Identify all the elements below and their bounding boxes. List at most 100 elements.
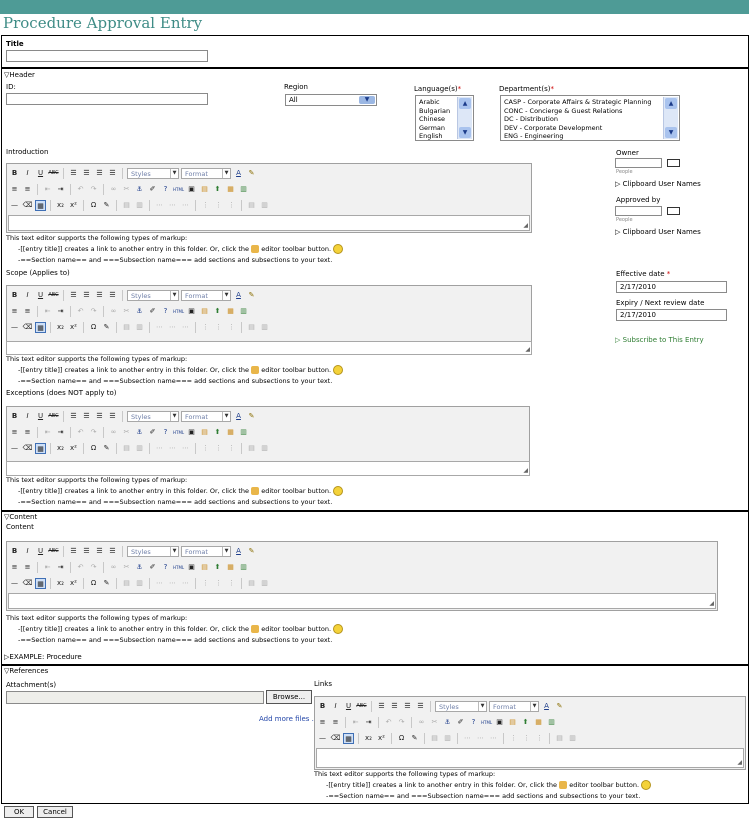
format-dropdown[interactable]: Format ▼	[181, 410, 231, 422]
unlink-icon[interactable]: ✂	[121, 184, 132, 195]
unlink-icon[interactable]: ✂	[121, 562, 132, 573]
strike-button[interactable]: ABC	[48, 546, 59, 557]
insert-row-after-icon[interactable]: ⋯	[167, 322, 178, 333]
approved-by-picker-button[interactable]	[667, 207, 680, 215]
insert-file-icon[interactable]: ⬆	[212, 184, 223, 195]
html-source-button[interactable]: HTML	[173, 306, 184, 317]
delete-col-icon[interactable]: ⋮	[226, 443, 237, 454]
split-cells-icon[interactable]: ▥	[259, 443, 270, 454]
save-icon[interactable]: ▥	[546, 717, 557, 728]
align-right-icon[interactable]: ☰	[94, 546, 105, 557]
bold-button[interactable]: B	[9, 546, 20, 557]
link-icon[interactable]: ∞	[416, 717, 427, 728]
redo-icon[interactable]: ↷	[396, 717, 407, 728]
align-left-icon[interactable]: ☰	[376, 701, 387, 712]
horizontal-rule-icon[interactable]: —	[9, 322, 20, 333]
expiry-date-input[interactable]: 2/17/2010	[616, 309, 727, 321]
styles-dropdown[interactable]: Styles ▼	[127, 410, 179, 422]
numbered-list-icon[interactable]: ≡	[22, 306, 33, 317]
attachment-file-input[interactable]	[6, 691, 264, 704]
font-color-button[interactable]: A	[233, 411, 244, 422]
resize-grip-icon[interactable]: ◢	[523, 222, 528, 229]
media-icon[interactable]: ▦	[225, 427, 236, 438]
scroll-up-icon[interactable]: ▲	[665, 98, 677, 109]
indent-icon[interactable]: ⇥	[55, 306, 66, 317]
insert-file-icon[interactable]: ⬆	[520, 717, 531, 728]
scroll-down-icon[interactable]: ▼	[459, 127, 471, 138]
background-color-icon[interactable]: ✎	[246, 168, 257, 179]
align-left-icon[interactable]: ☰	[68, 290, 79, 301]
insert-col-after-icon[interactable]: ⋮	[521, 733, 532, 744]
merge-cells-icon[interactable]: ▤	[246, 443, 257, 454]
format-dropdown[interactable]: Format ▼	[181, 545, 231, 557]
help-icon[interactable]: ?	[468, 717, 479, 728]
insert-col-after-icon[interactable]: ⋮	[213, 443, 224, 454]
numbered-list-icon[interactable]: ≡	[22, 562, 33, 573]
subscript-button[interactable]: x₂	[55, 200, 66, 211]
special-character-button[interactable]: Ω	[88, 578, 99, 589]
eraser-icon[interactable]: ⌫	[22, 443, 33, 454]
special-character-button[interactable]: Ω	[88, 322, 99, 333]
unlink-icon[interactable]: ✂	[121, 427, 132, 438]
insert-row-before-icon[interactable]: ⋯	[154, 322, 165, 333]
insert-file-icon[interactable]: ⬆	[212, 306, 223, 317]
edit-icon[interactable]: ✎	[101, 200, 112, 211]
link-icon[interactable]: ∞	[108, 184, 119, 195]
edit-icon[interactable]: ✎	[409, 733, 420, 744]
outdent-icon[interactable]: ⇤	[42, 306, 53, 317]
department-option[interactable]: CONC - Concierge & Guest Relations	[504, 107, 676, 116]
exceptions-textarea[interactable]: ◢	[6, 461, 530, 476]
special-character-button[interactable]: Ω	[396, 733, 407, 744]
resize-grip-icon[interactable]: ◢	[523, 467, 528, 474]
eraser-icon[interactable]: ⌫	[22, 322, 33, 333]
owner-picker-button[interactable]	[667, 159, 680, 167]
cleanup-icon[interactable]: ✐	[147, 562, 158, 573]
bold-button[interactable]: B	[9, 290, 20, 301]
redo-icon[interactable]: ↷	[88, 562, 99, 573]
insert-file-icon[interactable]: ⬆	[212, 562, 223, 573]
image-icon[interactable]: ▣	[186, 427, 197, 438]
help-icon[interactable]: ?	[160, 184, 171, 195]
bullet-list-icon[interactable]: ≡	[9, 184, 20, 195]
table-col-icon[interactable]: ▥	[442, 733, 453, 744]
styles-dropdown[interactable]: Styles ▼	[127, 167, 179, 179]
align-center-icon[interactable]: ☰	[81, 411, 92, 422]
delete-row-icon[interactable]: ⋯	[180, 443, 191, 454]
edit-icon[interactable]: ✎	[101, 443, 112, 454]
references-toggle[interactable]: ▽References	[4, 667, 48, 675]
html-source-button[interactable]: HTML	[173, 184, 184, 195]
table-icon[interactable]: ▦	[343, 732, 354, 744]
underline-button[interactable]: U	[35, 546, 46, 557]
horizontal-rule-icon[interactable]: —	[317, 733, 328, 744]
resize-grip-icon[interactable]: ◢	[709, 600, 714, 607]
align-left-icon[interactable]: ☰	[68, 546, 79, 557]
split-cells-icon[interactable]: ▥	[259, 200, 270, 211]
delete-row-icon[interactable]: ⋯	[180, 322, 191, 333]
save-icon[interactable]: ▥	[238, 184, 249, 195]
title-input[interactable]	[6, 50, 208, 62]
owner-clipboard-link[interactable]: ▷ Clipboard User Names	[615, 180, 701, 188]
bullet-list-icon[interactable]: ≡	[9, 427, 20, 438]
align-right-icon[interactable]: ☰	[94, 168, 105, 179]
media-icon[interactable]: ▦	[225, 184, 236, 195]
special-character-button[interactable]: Ω	[88, 443, 99, 454]
align-left-icon[interactable]: ☰	[68, 168, 79, 179]
align-justify-icon[interactable]: ☰	[107, 546, 118, 557]
bold-button[interactable]: B	[9, 168, 20, 179]
languages-listbox[interactable]: Arabic Bulgarian Chinese German English …	[415, 95, 474, 141]
introduction-textarea[interactable]: ◢	[8, 215, 530, 231]
bold-button[interactable]: B	[9, 411, 20, 422]
merge-cells-icon[interactable]: ▤	[246, 200, 257, 211]
insert-col-after-icon[interactable]: ⋮	[213, 200, 224, 211]
redo-icon[interactable]: ↷	[88, 184, 99, 195]
department-option[interactable]: ENG - Engineering	[504, 132, 676, 140]
insert-col-before-icon[interactable]: ⋮	[200, 322, 211, 333]
underline-button[interactable]: U	[35, 290, 46, 301]
bold-button[interactable]: B	[317, 701, 328, 712]
superscript-button[interactable]: x²	[68, 200, 79, 211]
entry-link-icon[interactable]: ▤	[507, 717, 518, 728]
table-icon[interactable]: ▦	[35, 321, 46, 333]
department-option[interactable]: CASP - Corporate Affairs & Strategic Pla…	[504, 98, 676, 107]
bullet-list-icon[interactable]: ≡	[9, 306, 20, 317]
background-color-icon[interactable]: ✎	[246, 290, 257, 301]
